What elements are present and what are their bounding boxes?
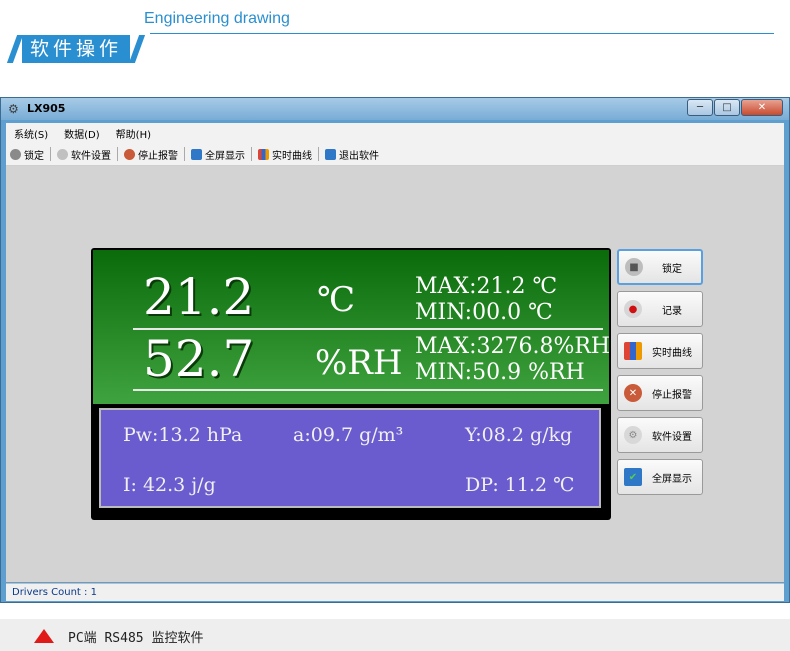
section-tag: 软件操作: [6, 34, 146, 64]
header-divider: [150, 33, 774, 34]
status-text: Drivers Count : 1: [12, 587, 97, 598]
pressure-readout: Pw:13.2 hPa: [123, 424, 243, 446]
toolbar-lock[interactable]: 锁定: [6, 147, 48, 162]
gear-icon: ⚙: [624, 426, 642, 444]
bar-chart-icon: [624, 342, 642, 360]
toolbar-stop-alarm[interactable]: 停止报警: [120, 147, 182, 162]
toolbar: 锁定 软件设置 停止报警 全屏显示 实时曲线 退出软件: [6, 143, 784, 166]
humidity-unit: %RH: [315, 343, 403, 383]
settings-button[interactable]: ⚙ 软件设置: [617, 417, 703, 453]
app-gear-icon: ⚙: [8, 102, 19, 116]
menu-help[interactable]: 帮助(H): [108, 126, 159, 141]
bar-chart-icon: [258, 148, 269, 160]
record-icon: ●: [624, 300, 642, 318]
lock-icon: [10, 148, 21, 160]
slash-right: [128, 35, 146, 63]
toolbar-separator: [50, 147, 51, 161]
minimize-button[interactable]: ─: [687, 99, 713, 116]
toolbar-separator: [318, 147, 319, 161]
exit-icon: [325, 148, 336, 160]
caption-text: PC端 RS485 监控软件: [68, 631, 204, 646]
blue-readout-area: Pw:13.2 hPa a:09.7 g/m³ Y:08.2 g/kg I: 4…: [99, 408, 601, 508]
stop-alarm-button[interactable]: ✕ 停止报警: [617, 375, 703, 411]
caption-bar: PC端 RS485 监控软件: [0, 619, 790, 651]
close-button[interactable]: ✕: [741, 99, 783, 116]
humidity-value: 52.7: [143, 330, 255, 388]
realtime-curve-button[interactable]: 实时曲线: [617, 333, 703, 369]
page-heading: Engineering drawing: [144, 10, 290, 27]
slash-left: [6, 35, 24, 63]
toolbar-realtime-curve[interactable]: 实时曲线: [254, 147, 316, 162]
toolbar-fullscreen[interactable]: 全屏显示: [187, 147, 249, 162]
green-readout-area: 21.2 ℃ MAX:21.2 ℃ MIN:00.0 ℃ 52.7 %RH MA…: [93, 250, 611, 404]
toolbar-settings-label: 软件设置: [71, 150, 111, 162]
fullscreen-button-label: 全屏显示: [652, 473, 692, 485]
toolbar-separator: [117, 147, 118, 161]
menu-system[interactable]: 系统(S): [6, 126, 56, 141]
monitor-icon: [191, 148, 202, 160]
maximize-button[interactable]: □: [714, 99, 740, 116]
toolbar-fullscreen-label: 全屏显示: [205, 150, 245, 162]
settings-button-label: 软件设置: [652, 431, 692, 443]
dew-point-readout: DP: 11.2 ℃: [465, 474, 575, 496]
menu-data[interactable]: 数据(D): [56, 126, 108, 141]
humidity-max: MAX:3276.8%RH: [415, 334, 611, 359]
fullscreen-button[interactable]: ✔ 全屏显示: [617, 459, 703, 495]
humidity-min: MIN:50.9 %RH: [415, 360, 585, 385]
client-area: 21.2 ℃ MAX:21.2 ℃ MIN:00.0 ℃ 52.7 %RH MA…: [6, 166, 784, 582]
toolbar-exit-label: 退出软件: [339, 150, 379, 162]
gear-icon: [57, 148, 68, 160]
toolbar-exit[interactable]: 退出软件: [321, 147, 383, 162]
temperature-min: MIN:00.0 ℃: [415, 300, 553, 325]
record-button[interactable]: ● 记录: [617, 291, 703, 327]
lock-button[interactable]: ■ 锁定: [617, 249, 703, 285]
window-title: LX905: [27, 102, 66, 115]
temperature-unit: ℃: [317, 280, 356, 320]
title-bar[interactable]: ⚙ LX905 ─ □ ✕: [1, 98, 789, 120]
temperature-max: MAX:21.2 ℃: [415, 274, 558, 299]
toolbar-settings[interactable]: 软件设置: [53, 147, 115, 162]
divider-line: [133, 389, 603, 391]
enthalpy-readout: I: 42.3 j/g: [123, 474, 216, 496]
toolbar-lock-label: 锁定: [24, 150, 44, 162]
toolbar-realtime-curve-label: 实时曲线: [272, 150, 312, 162]
toolbar-separator: [251, 147, 252, 161]
monitor-icon: ✔: [624, 468, 642, 486]
absolute-humidity-readout: a:09.7 g/m³: [293, 424, 404, 446]
status-bar: Drivers Count : 1: [6, 583, 784, 601]
temperature-value: 21.2: [143, 268, 255, 326]
record-button-label: 记录: [662, 305, 682, 317]
realtime-curve-button-label: 实时曲线: [652, 347, 692, 359]
alarm-icon: ✕: [624, 384, 642, 402]
menu-bar: 系统(S) 数据(D) 帮助(H): [6, 123, 784, 143]
toolbar-stop-alarm-label: 停止报警: [138, 150, 178, 162]
alarm-icon: [124, 148, 135, 160]
lock-icon: ■: [625, 258, 643, 276]
toolbar-separator: [184, 147, 185, 161]
stop-alarm-button-label: 停止报警: [652, 389, 692, 401]
triangle-icon: [34, 629, 54, 643]
lock-button-label: 锁定: [662, 263, 682, 275]
section-label: 软件操作: [22, 35, 131, 63]
mixing-ratio-readout: Y:08.2 g/kg: [465, 424, 573, 446]
app-window: ⚙ LX905 ─ □ ✕ 系统(S) 数据(D) 帮助(H) 锁定 软件设置 …: [0, 97, 790, 603]
lcd-display-panel: 21.2 ℃ MAX:21.2 ℃ MIN:00.0 ℃ 52.7 %RH MA…: [91, 248, 611, 520]
